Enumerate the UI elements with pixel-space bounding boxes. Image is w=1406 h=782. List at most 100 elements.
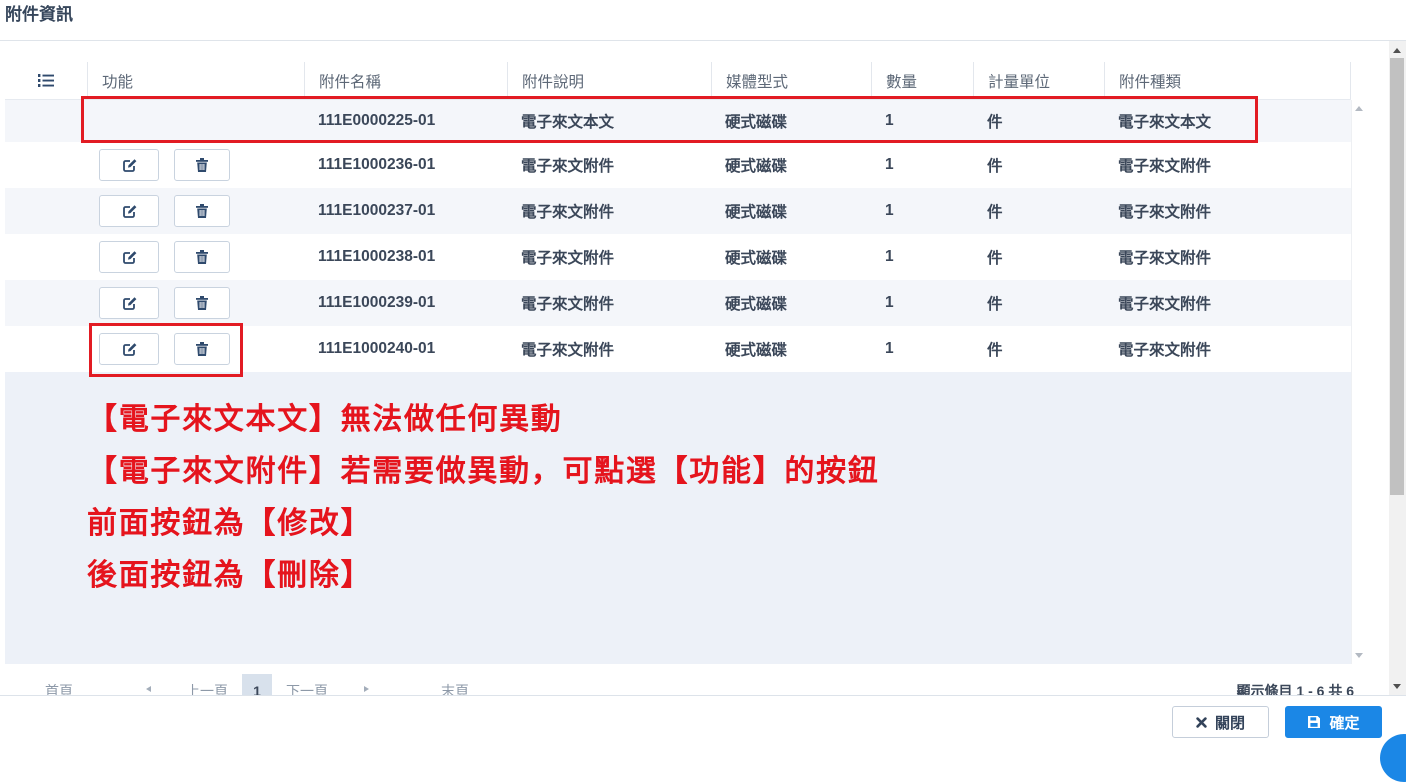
annotation-highlight-box: [81, 96, 1258, 143]
cell-media: 硬式磁碟: [725, 342, 788, 359]
annotation-text: 【電子來文本文】無法做任何異動 【電子來文附件】若需要做異動，可點選【功能】的按…: [87, 394, 880, 602]
caret-up-icon[interactable]: [1393, 48, 1401, 53]
trash-icon: [196, 250, 208, 264]
cell-quantity: 1: [885, 340, 894, 357]
trash-icon: [196, 158, 208, 172]
row-actions: [87, 234, 304, 280]
annotation-highlight-box: [89, 323, 243, 377]
edit-icon: [122, 159, 136, 172]
row-actions: [87, 188, 304, 234]
trash-icon: [196, 204, 208, 218]
row-spacer: [5, 234, 87, 280]
row-spacer: [5, 188, 87, 234]
cell-unit: 件: [987, 296, 1003, 313]
table-row[interactable]: 111E1000236-01 電子來文附件 硬式磁碟 1 件 電子來文附件: [5, 142, 1351, 188]
edit-button[interactable]: [99, 149, 159, 181]
close-icon: [1196, 716, 1207, 728]
pager-current-page[interactable]: 1: [242, 674, 272, 695]
row-spacer: [5, 100, 87, 142]
cell-name: 111E1000237-01: [318, 202, 436, 219]
caret-right-icon[interactable]: [364, 686, 369, 692]
close-button-label: 關閉: [1214, 714, 1245, 732]
annotation-line: 前面按鈕為【修改】: [87, 507, 373, 540]
trash-icon: [196, 296, 208, 310]
cell-quantity: 1: [885, 294, 894, 311]
list-icon: [38, 74, 54, 87]
cell-name: 111E1000236-01: [318, 156, 436, 173]
caret-down-icon[interactable]: [1355, 653, 1363, 658]
delete-button[interactable]: [174, 287, 230, 319]
edit-icon: [122, 205, 136, 218]
caret-down-icon[interactable]: [1393, 684, 1401, 689]
pager-first[interactable]: 首頁: [45, 682, 73, 695]
cell-media: 硬式磁碟: [725, 250, 788, 267]
edit-button[interactable]: [99, 287, 159, 319]
pager-next[interactable]: 下一頁: [286, 682, 328, 695]
column-menu[interactable]: [5, 62, 87, 99]
cell-quantity: 1: [885, 156, 894, 173]
row-spacer: [5, 326, 87, 372]
close-button[interactable]: 關閉: [1172, 706, 1269, 738]
column-header-name[interactable]: 附件名稱: [304, 62, 507, 99]
column-header-type[interactable]: 附件種類: [1104, 62, 1351, 99]
annotation-line: 【電子來文附件】若需要做異動，可點選【功能】的按鈕: [87, 455, 880, 488]
cell-unit: 件: [987, 342, 1003, 359]
cell-name: 111E1000239-01: [318, 294, 436, 311]
pager-prev[interactable]: 上一頁: [186, 682, 228, 695]
cell-quantity: 1: [885, 202, 894, 219]
caret-left-icon[interactable]: [146, 686, 151, 692]
dialog-header: 附件資訊: [0, 0, 1406, 41]
grid-scrollbar[interactable]: [1351, 100, 1368, 664]
table-row[interactable]: 111E1000237-01 電子來文附件 硬式磁碟 1 件 電子來文附件: [5, 188, 1351, 234]
save-icon: [1308, 716, 1321, 728]
cell-description: 電子來文附件: [521, 250, 615, 267]
dialog-footer: 關閉 確定: [0, 695, 1406, 743]
cell-type: 電子來文附件: [1118, 158, 1212, 175]
cell-type: 電子來文附件: [1118, 250, 1212, 267]
annotation-line: 後面按鈕為【刪除】: [87, 559, 373, 592]
edit-icon: [122, 251, 136, 264]
cell-description: 電子來文附件: [521, 296, 615, 313]
column-header-quantity[interactable]: 數量: [871, 62, 973, 99]
cell-type: 電子來文附件: [1118, 342, 1212, 359]
cell-media: 硬式磁碟: [725, 296, 788, 313]
column-header-actions: 功能: [87, 62, 304, 99]
edit-icon: [122, 297, 136, 310]
table-row[interactable]: 111E1000238-01 電子來文附件 硬式磁碟 1 件 電子來文附件: [5, 234, 1351, 280]
column-header-description[interactable]: 附件說明: [507, 62, 711, 99]
cell-media: 硬式磁碟: [725, 158, 788, 175]
cell-description: 電子來文附件: [521, 158, 615, 175]
cell-media: 硬式磁碟: [725, 204, 788, 221]
delete-button[interactable]: [174, 149, 230, 181]
cell-type: 電子來文附件: [1118, 296, 1212, 313]
caret-up-icon[interactable]: [1355, 106, 1363, 111]
pager-last[interactable]: 末頁: [441, 682, 469, 695]
confirm-button[interactable]: 確定: [1285, 706, 1382, 738]
annotation-line: 【電子來文本文】無法做任何異動: [87, 403, 563, 436]
cell-name: 111E1000240-01: [318, 340, 436, 357]
pager-summary: 顯示條目 1 - 6 共 6: [1236, 683, 1354, 695]
row-actions: [87, 142, 304, 188]
edit-button[interactable]: [99, 195, 159, 227]
column-header-media[interactable]: 媒體型式: [711, 62, 871, 99]
cell-quantity: 1: [885, 248, 894, 265]
cell-unit: 件: [987, 204, 1003, 221]
edit-button[interactable]: [99, 241, 159, 273]
pager: 首頁 上一頁 1 下一頁 末頁 顯示條目 1 - 6 共 6: [5, 664, 1368, 695]
row-spacer: [5, 280, 87, 326]
cell-unit: 件: [987, 250, 1003, 267]
cell-type: 電子來文附件: [1118, 204, 1212, 221]
cell-description: 電子來文附件: [521, 204, 615, 221]
cell-name: 111E1000238-01: [318, 248, 436, 265]
table-row[interactable]: 111E1000239-01 電子來文附件 硬式磁碟 1 件 電子來文附件: [5, 280, 1351, 326]
dialog-scrollbar[interactable]: [1389, 41, 1406, 695]
delete-button[interactable]: [174, 195, 230, 227]
column-header-unit[interactable]: 計量單位: [973, 62, 1104, 99]
delete-button[interactable]: [174, 241, 230, 273]
confirm-button-label: 確定: [1329, 714, 1360, 732]
row-actions: [87, 280, 304, 326]
cell-unit: 件: [987, 158, 1003, 175]
grid-header: 功能 附件名稱 附件說明 媒體型式 數量 計量單位 附件種類: [5, 62, 1351, 100]
row-spacer: [5, 142, 87, 188]
scrollbar-thumb[interactable]: [1390, 58, 1404, 495]
